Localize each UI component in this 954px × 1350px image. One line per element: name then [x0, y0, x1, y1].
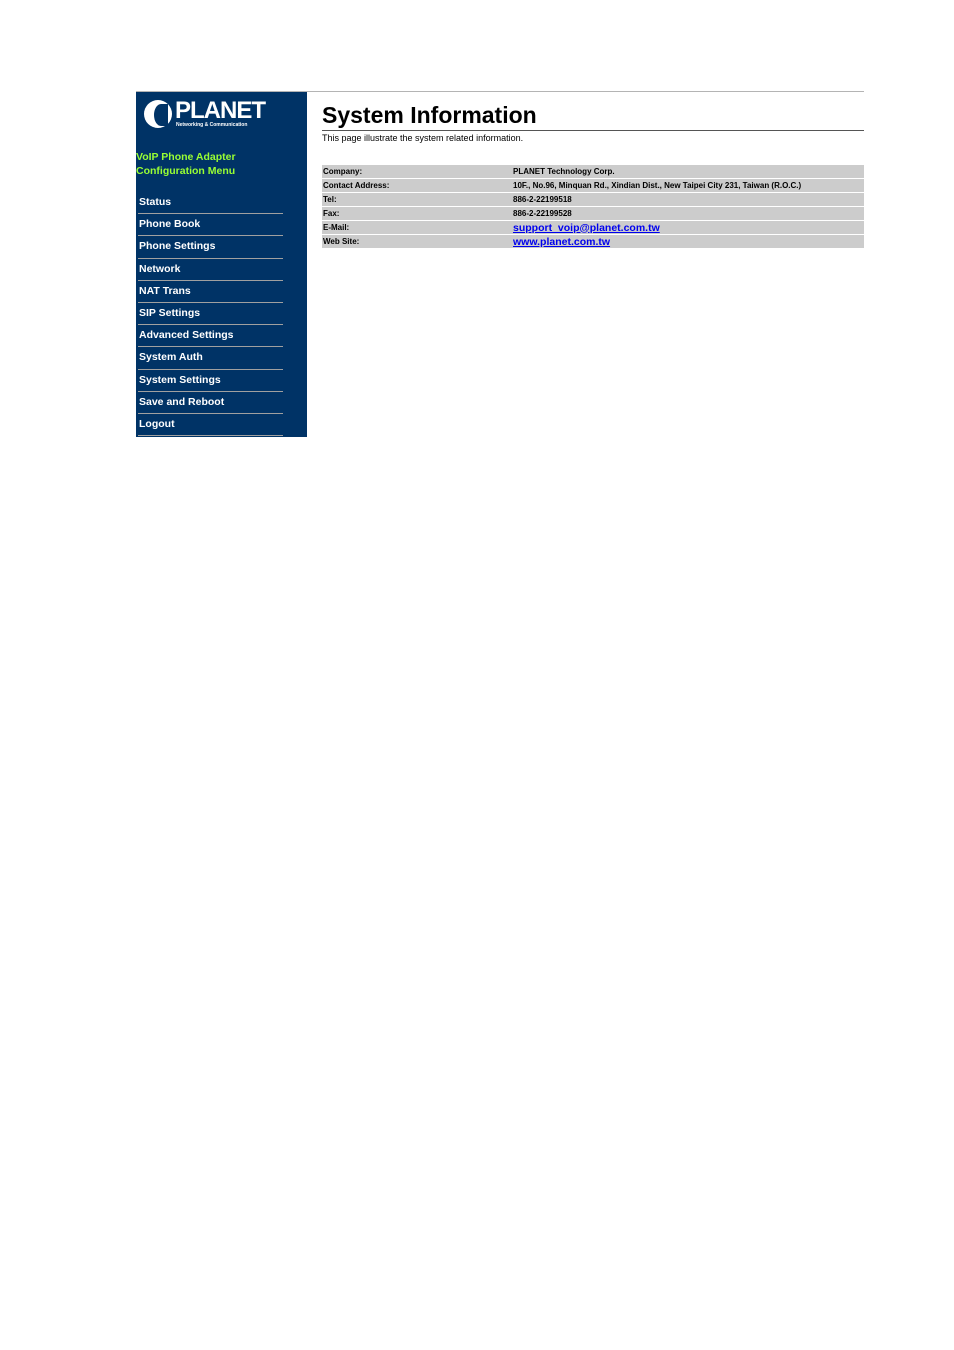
sidebar-item-save-and-reboot[interactable]: Save and Reboot [138, 392, 283, 414]
menu-title-line1: VoIP Phone Adapter [136, 151, 236, 163]
website-link[interactable]: www.planet.com.tw [513, 236, 610, 248]
title-divider [322, 130, 864, 131]
sidebar-menu: Status Phone Book Phone Settings Network… [138, 192, 283, 437]
sidebar-item-nat-trans[interactable]: NAT Trans [138, 281, 283, 303]
sidebar-item-system-auth[interactable]: System Auth [138, 347, 283, 370]
logo-text: PLANET [175, 97, 266, 124]
system-info-table: Company: PLANET Technology Corp. Contact… [322, 164, 864, 249]
sidebar-item-sip-settings[interactable]: SIP Settings [138, 303, 283, 326]
table-row: Fax: 886-2-22199528 [322, 207, 864, 220]
sidebar-item-logout[interactable]: Logout [138, 414, 283, 437]
planet-logo-icon [144, 100, 172, 128]
menu-title: VoIP Phone Adapter Configuration Menu [136, 150, 236, 178]
table-row: Web Site: www.planet.com.tw [322, 235, 864, 248]
sidebar-item-status[interactable]: Status [138, 192, 283, 215]
table-row: Contact Address: 10F., No.96, Minquan Rd… [322, 179, 864, 192]
sidebar: PLANET Networking & Communication VoIP P… [136, 92, 307, 437]
email-label: E-Mail: [322, 221, 512, 234]
table-row: E-Mail: support_voip@planet.com.tw [322, 221, 864, 234]
address-label: Contact Address: [322, 179, 512, 192]
planet-logo: PLANET Networking & Communication [144, 97, 266, 132]
main-content: System Information This page illustrate … [322, 100, 864, 143]
sidebar-item-network[interactable]: Network [138, 259, 283, 281]
tel-label: Tel: [322, 193, 512, 206]
table-row: Company: PLANET Technology Corp. [322, 165, 864, 178]
fax-value: 886-2-22199528 [512, 207, 864, 220]
company-value: PLANET Technology Corp. [512, 165, 864, 178]
page-description: This page illustrate the system related … [322, 133, 524, 143]
fax-label: Fax: [322, 207, 512, 220]
email-cell: support_voip@planet.com.tw [512, 221, 864, 234]
company-label: Company: [322, 165, 512, 178]
website-cell: www.planet.com.tw [512, 235, 864, 248]
page-title: System Information [322, 102, 537, 128]
website-label: Web Site: [322, 235, 512, 248]
table-row: Tel: 886-2-22199518 [322, 193, 864, 206]
sidebar-item-system-settings[interactable]: System Settings [138, 370, 283, 392]
sidebar-item-phone-book[interactable]: Phone Book [138, 214, 283, 237]
email-link[interactable]: support_voip@planet.com.tw [513, 222, 660, 234]
sidebar-item-advanced-settings[interactable]: Advanced Settings [138, 325, 283, 348]
address-value: 10F., No.96, Minquan Rd., Xindian Dist.,… [512, 179, 864, 192]
sidebar-item-phone-settings[interactable]: Phone Settings [138, 236, 283, 259]
logo-tagline: Networking & Communication [176, 122, 248, 128]
tel-value: 886-2-22199518 [512, 193, 864, 206]
menu-title-line2: Configuration Menu [136, 165, 236, 177]
